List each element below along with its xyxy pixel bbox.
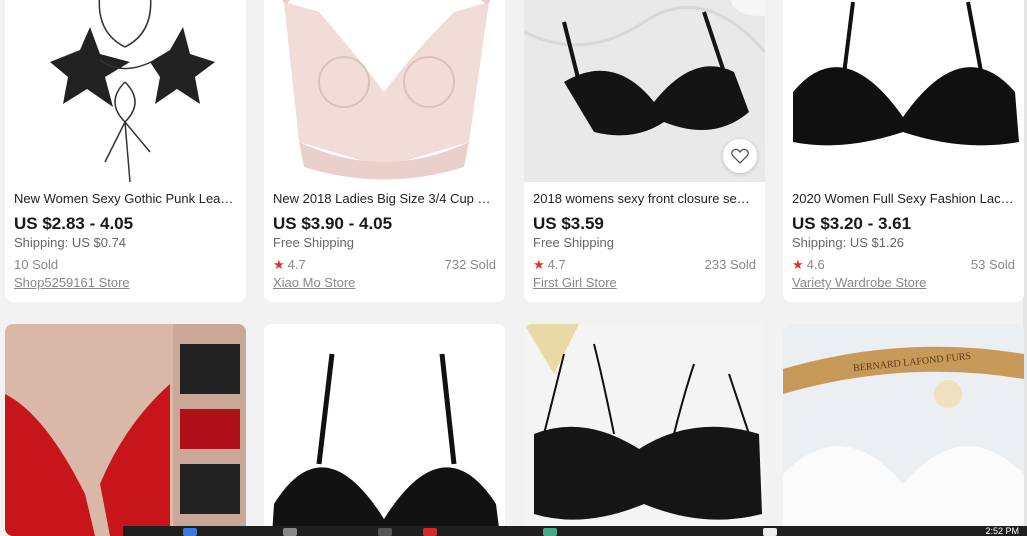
star-icon: ★ (273, 257, 285, 272)
store-link[interactable]: Variety Wardrobe Store (792, 275, 1015, 291)
product-title[interactable]: 2020 Women Full Sexy Fashion Lace Bra (792, 190, 1015, 208)
star-icon: ★ (533, 257, 545, 272)
browser-icon[interactable] (183, 528, 197, 536)
shipping-info: Shipping: US $1.26 (792, 235, 905, 250)
sold-count: 233 Sold (704, 257, 756, 272)
black-lace-bralette-image[interactable] (524, 324, 765, 536)
sales-row: 10 Sold (14, 257, 237, 273)
product-price: US $3.20 - 3.61 (792, 214, 912, 233)
sales-row: ★ 4.6 53 Sold (792, 257, 1015, 273)
product-card[interactable]: 2020 Women Full Sexy Fashion Lace Bra US… (783, 0, 1024, 302)
folder-icon[interactable] (378, 528, 392, 536)
rating: ★ 4.7 (533, 257, 566, 273)
taskbar: 2:52 PM (123, 526, 1027, 536)
product-price: US $3.59 (533, 214, 604, 233)
product-title[interactable]: New 2018 Ladies Big Size 3/4 Cup Lace Br… (273, 190, 496, 208)
white-bra-image[interactable]: BERNARD LAFOND FURS (783, 324, 1024, 536)
black-bra-image[interactable] (264, 324, 505, 536)
system-clock[interactable]: 2:52 PM (985, 526, 1019, 536)
rating: ★ 4.6 (792, 257, 825, 273)
store-link[interactable]: First Girl Store (533, 275, 756, 291)
store-link[interactable]: Shop5259161 Store (14, 275, 237, 291)
product-card[interactable]: BERNARD LAFOND FURS (783, 324, 1024, 536)
product-card[interactable]: 2018 womens sexy front closure seamless … (524, 0, 765, 302)
sales-row: ★ 4.7 732 Sold (273, 257, 496, 273)
product-image[interactable] (783, 0, 1024, 182)
star-icon: ★ (792, 257, 804, 272)
sales-row: ★ 4.7 233 Sold (533, 257, 756, 273)
product-title[interactable]: 2018 womens sexy front closure seamless … (533, 190, 756, 208)
app-icon[interactable] (763, 528, 777, 536)
rating-value: 4.6 (806, 257, 825, 272)
media-icon[interactable] (423, 528, 437, 536)
app-icon[interactable] (543, 528, 557, 536)
heart-icon (731, 148, 749, 164)
rating-value: 4.7 (287, 257, 306, 272)
product-price: US $2.83 - 4.05 (14, 214, 134, 233)
rating: ★ 4.7 (273, 257, 306, 273)
sold-count: 10 Sold (14, 257, 59, 272)
wishlist-heart-button[interactable] (723, 139, 757, 173)
sold-count: 732 Sold (444, 257, 496, 272)
red-lace-bra-image[interactable] (5, 324, 246, 536)
app-icon[interactable] (283, 528, 297, 536)
sold-count: 53 Sold (970, 257, 1015, 272)
rating-value: 4.7 (547, 257, 566, 272)
product-card[interactable]: New Women Sexy Gothic Punk Leather Halte… (5, 0, 246, 302)
product-image[interactable] (5, 0, 246, 182)
product-price: US $3.90 - 4.05 (273, 214, 393, 233)
product-image[interactable] (264, 0, 505, 182)
product-card[interactable] (5, 324, 246, 536)
store-link[interactable]: Xiao Mo Store (273, 275, 496, 291)
shipping-info: Free Shipping (533, 235, 614, 250)
product-card[interactable] (524, 324, 765, 536)
shipping-info: Shipping: US $0.74 (14, 235, 127, 250)
product-title[interactable]: New Women Sexy Gothic Punk Leather Halte… (14, 190, 237, 208)
product-card[interactable] (264, 324, 505, 536)
shipping-info: Free Shipping (273, 235, 354, 250)
product-card[interactable]: New 2018 Ladies Big Size 3/4 Cup Lace Br… (264, 0, 505, 302)
